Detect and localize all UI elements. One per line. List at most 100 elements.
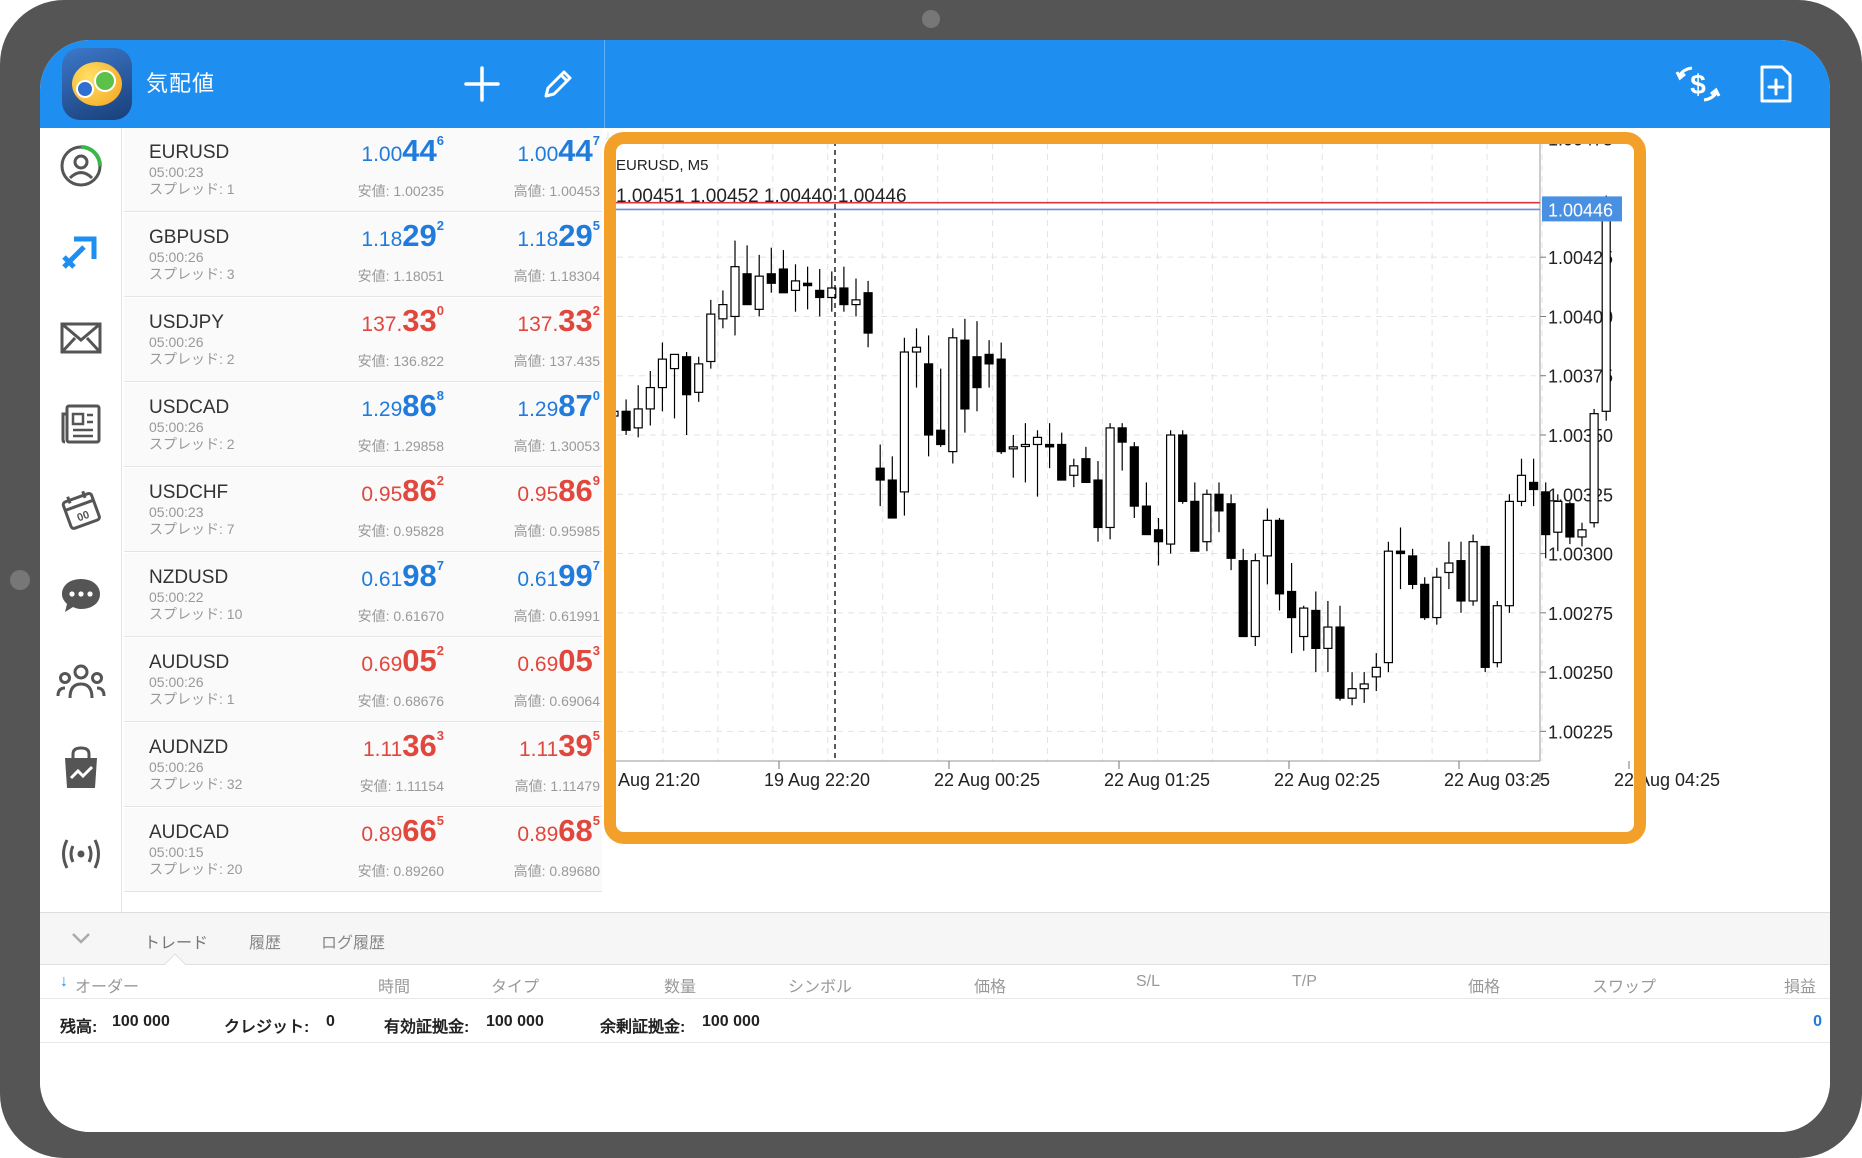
mail-icon[interactable] <box>46 306 116 370</box>
candle-body <box>730 266 740 318</box>
low-price: 安値: 0.61670 <box>357 608 444 624</box>
chat-icon[interactable] <box>46 564 116 628</box>
tab-history[interactable]: 履歴 <box>249 929 281 953</box>
high-price: 高値: 1.30053 <box>513 438 600 454</box>
camera-icon <box>922 10 940 28</box>
quote-row-gbpusd[interactable]: GBPUSD 05:00:26 スプレッド: 3 1.18292 1.18295 安値: … <box>124 213 602 297</box>
candle-body <box>1093 479 1103 529</box>
high-price: 高値: 1.18304 <box>513 268 600 284</box>
calendar-icon[interactable]: 00 <box>46 478 116 542</box>
high-price: 高値: 0.89680 <box>513 863 600 879</box>
quote-row-usdcad[interactable]: USDCAD 05:00:26 スプレッド: 2 1.29868 1.29870 安値: … <box>124 383 602 467</box>
bid-price: 1.29868 <box>361 388 444 423</box>
candle-body <box>1020 443 1030 448</box>
quote-row-nzdusd[interactable]: NZDUSD 05:00:22 スプレッド: 10 0.61987 0.61997 安値:… <box>124 553 602 637</box>
header-order[interactable]: オーダー <box>75 973 139 997</box>
candle-body <box>1383 550 1394 664</box>
candle-body <box>778 268 788 294</box>
chevron-down-icon[interactable] <box>66 923 96 953</box>
tab-trade[interactable]: トレード <box>144 929 208 953</box>
quote-row-audnzd[interactable]: AUDNZD 05:00:26 スプレッド: 32 1.11363 1.11395 安値:… <box>124 723 602 807</box>
header-price[interactable]: 価格 <box>974 973 1006 997</box>
trade-icon[interactable] <box>46 220 116 284</box>
candle-body <box>633 408 643 429</box>
new-order-icon[interactable] <box>1748 56 1804 112</box>
quote-spread: スプレッド: 1 <box>149 181 235 197</box>
candle-body <box>1456 560 1466 602</box>
candle-body <box>1420 583 1430 619</box>
quote-spread: スプレッド: 2 <box>149 436 235 452</box>
quote-row-eurusd[interactable]: EURUSD 05:00:23 スプレッド: 1 1.00446 1.00447 安値: … <box>124 128 602 212</box>
candle-body <box>1577 529 1587 538</box>
header-type[interactable]: タイプ <box>491 973 539 997</box>
bid-price: 0.69052 <box>361 643 444 678</box>
free-margin-value: 100 000 <box>702 1013 760 1030</box>
candle-body <box>1274 519 1285 595</box>
header-tp[interactable]: T/P <box>1292 973 1317 991</box>
candle-body <box>948 337 958 453</box>
header-sl[interactable]: S/L <box>1136 973 1160 991</box>
quote-row-audcad[interactable]: AUDCAD 05:00:15 スプレッド: 20 0.89665 0.89685 安値:… <box>124 808 602 892</box>
quote-time: 05:00:26 <box>149 334 204 350</box>
candle-body <box>1528 481 1539 491</box>
chart-panel[interactable]: 1.00475 1.00425 1.00400 1.00375 1.00350 1.003… <box>604 128 1830 912</box>
quote-time: 05:00:26 <box>149 249 204 265</box>
candle-body <box>1589 413 1599 524</box>
balance-value: 100 000 <box>112 1013 170 1030</box>
candle-body <box>960 339 970 410</box>
quote-row-audusd[interactable]: AUDUSD 05:00:26 スプレッド: 1 0.69052 0.69053 安値: … <box>124 638 602 722</box>
sort-arrow-icon[interactable]: ↓ <box>60 973 68 991</box>
y-tick-label: 1.00250 <box>1548 663 1613 683</box>
signals-icon[interactable] <box>46 822 116 886</box>
candle-body <box>1202 493 1212 543</box>
candle-body <box>742 273 752 306</box>
candle-body <box>669 353 680 370</box>
quote-symbol: EURUSD <box>149 142 230 163</box>
y-tick-label: 1.00225 <box>1548 722 1613 742</box>
header-volume[interactable]: 数量 <box>664 973 696 997</box>
header-current-price[interactable]: 価格 <box>1468 973 1500 997</box>
header-swap[interactable]: スワップ <box>1592 973 1656 997</box>
terminal-panel: トレード 履歴 ログ履歴 ↓ オーダー 時間 タイプ 数量 シンボル 価格 S/… <box>40 912 1830 1132</box>
candle-body <box>996 358 1006 453</box>
x-tick-label: 22 Aug 02:25 <box>1274 770 1380 790</box>
candle-body <box>1371 666 1381 678</box>
candle-body <box>1190 500 1200 552</box>
add-icon[interactable] <box>454 56 510 112</box>
header-profit[interactable]: 損益 <box>1784 973 1816 997</box>
candle-body <box>1468 541 1478 602</box>
current-price-label: 1.00446 <box>1548 200 1613 220</box>
quote-symbol: AUDUSD <box>149 652 230 673</box>
candlestick-chart[interactable]: 1.004751.004251.004001.003751.003501.003… <box>604 128 1830 912</box>
market-icon[interactable] <box>46 736 116 800</box>
account-icon[interactable] <box>46 134 116 198</box>
quote-row-usdjpy[interactable]: USDJPY 05:00:26 スプレッド: 2 137.330 137.332 安値: … <box>124 298 602 382</box>
news-icon[interactable] <box>46 392 116 456</box>
edit-icon[interactable] <box>530 56 586 112</box>
equity-value: 100 000 <box>486 1013 544 1030</box>
candle-body <box>984 353 994 365</box>
bid-price: 137.330 <box>361 303 444 338</box>
side-button-icon <box>10 570 30 590</box>
tab-log-history[interactable]: ログ履歴 <box>321 929 385 953</box>
x-tick-label: 19 Aug 21:20 <box>604 770 700 790</box>
candle-body <box>1516 474 1527 502</box>
quote-time: 05:00:22 <box>149 589 204 605</box>
candle-body <box>1541 491 1551 536</box>
quote-symbol: AUDNZD <box>149 737 229 758</box>
candle-body <box>657 358 668 389</box>
candle-body <box>924 363 934 436</box>
candle-body <box>706 313 716 363</box>
header-time[interactable]: 時間 <box>378 973 410 997</box>
low-price: 安値: 1.00235 <box>357 183 444 199</box>
quote-row-usdchf[interactable]: USDCHF 05:00:23 スプレッド: 7 0.95862 0.95869 安値: … <box>124 468 602 552</box>
header-symbol[interactable]: シンボル <box>788 973 852 997</box>
y-tick-label: 1.00350 <box>1548 426 1613 446</box>
candle-body <box>1553 500 1563 533</box>
ask-price: 1.00447 <box>517 133 600 168</box>
ask-price: 1.18295 <box>517 218 600 253</box>
quote-symbol: AUDCAD <box>149 822 230 843</box>
community-icon[interactable] <box>46 650 116 714</box>
currency-exchange-icon[interactable]: $ <box>1670 56 1726 112</box>
candle-body <box>1032 436 1043 446</box>
